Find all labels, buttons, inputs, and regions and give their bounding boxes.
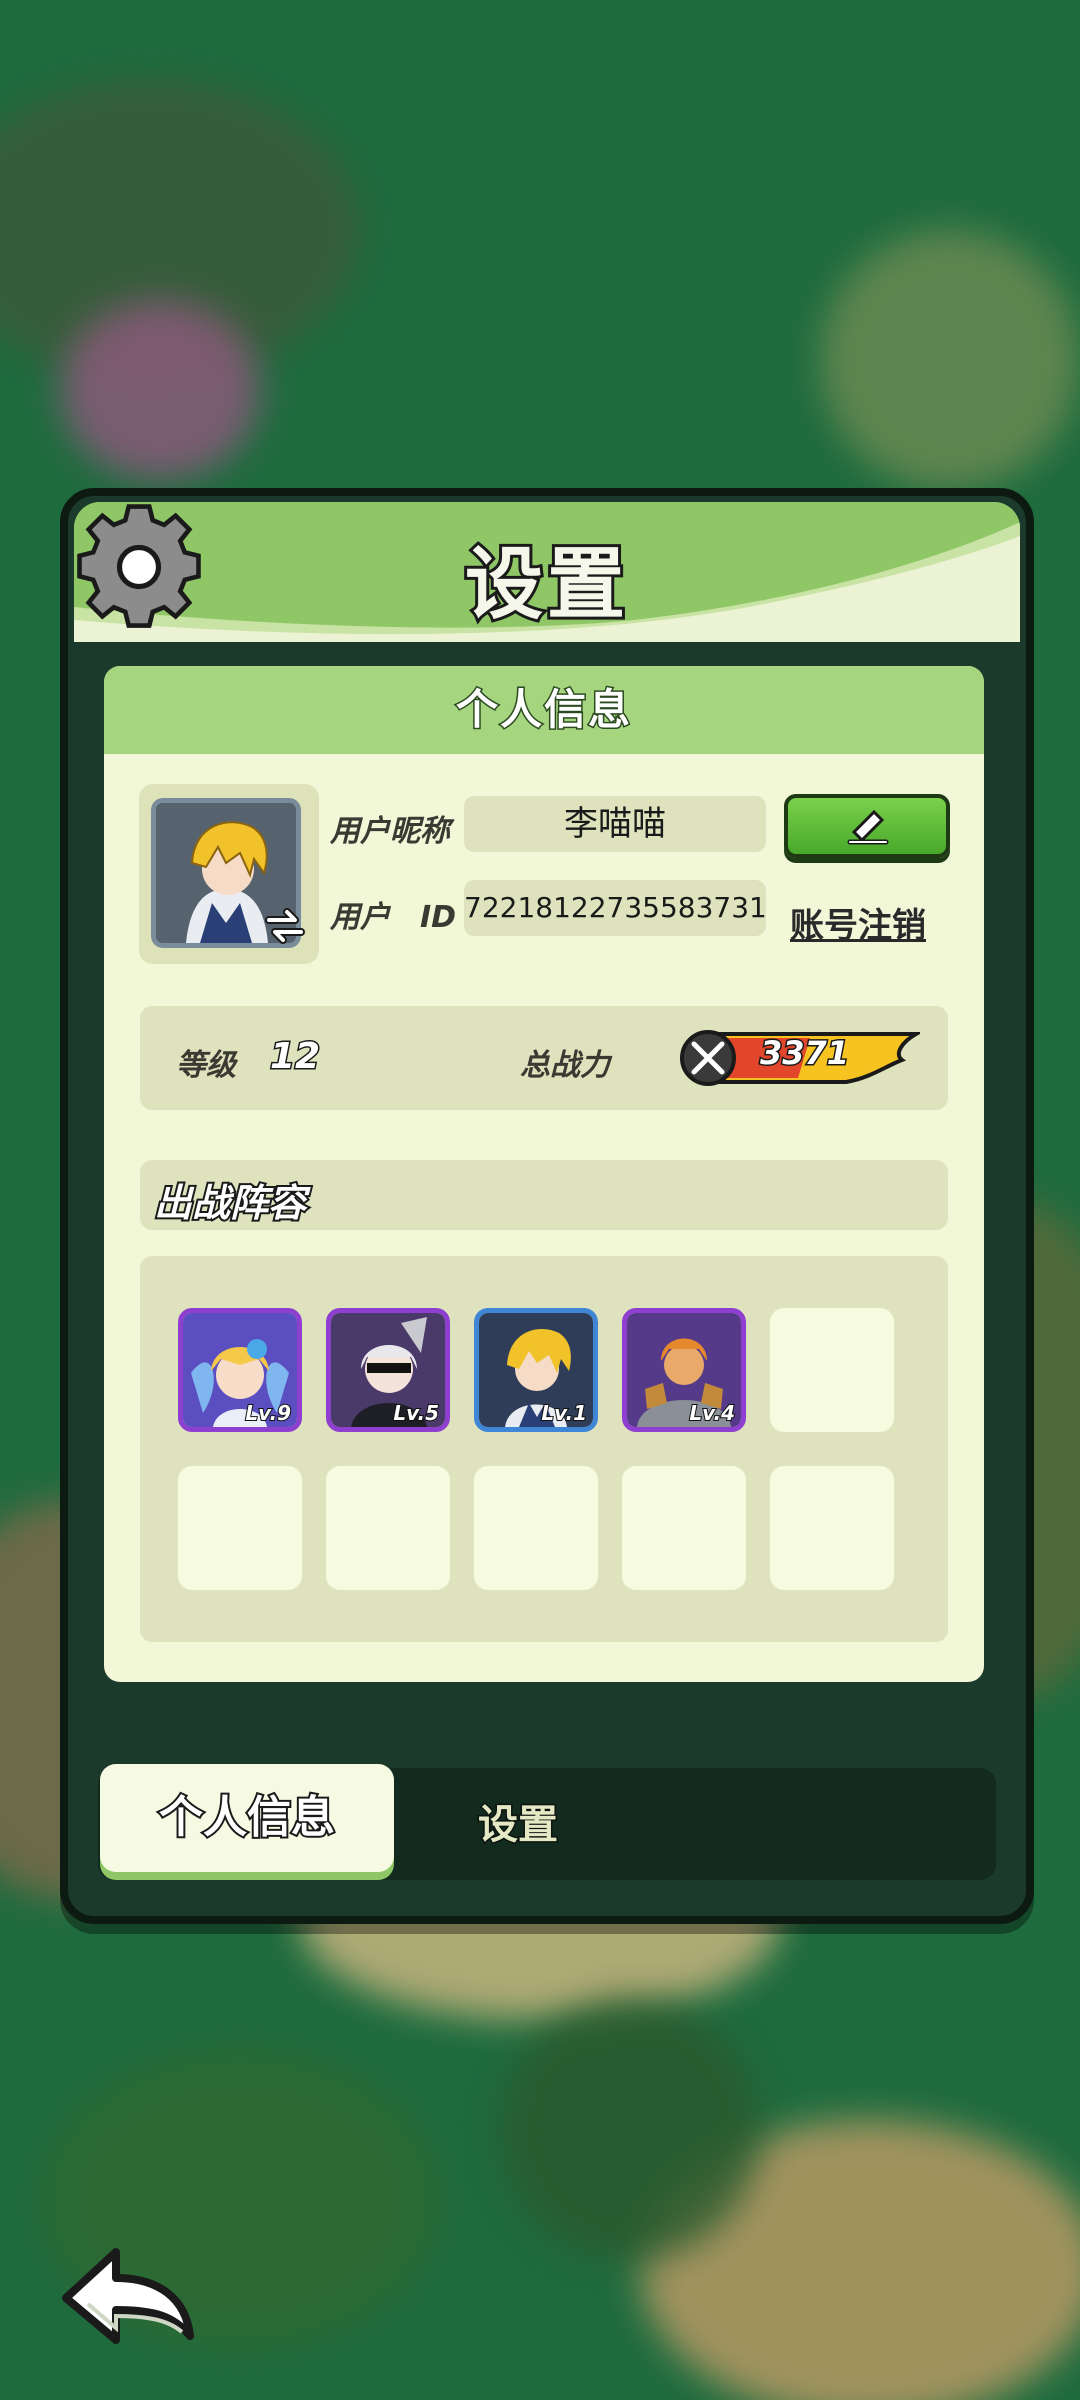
hero-level: Lv.1 bbox=[540, 1400, 588, 1426]
settings-dialog: 设置 个人信息 用户昵称 李喵喵 用户 ID 72218122735583731… bbox=[60, 488, 1034, 1924]
hero-level: Lv.5 bbox=[392, 1400, 440, 1426]
profile-panel: 个人信息 用户昵称 李喵喵 用户 ID 72218122735583731 账号… bbox=[104, 666, 984, 1682]
back-arrow-icon[interactable] bbox=[58, 2236, 198, 2346]
hero-slot-3[interactable]: Lv.1 bbox=[474, 1308, 598, 1432]
user-id-label: 用户 ID bbox=[330, 900, 457, 935]
empty-slot[interactable] bbox=[770, 1308, 894, 1432]
empty-slot[interactable] bbox=[622, 1466, 746, 1590]
empty-slot[interactable] bbox=[474, 1466, 598, 1590]
avatar-frame[interactable] bbox=[139, 784, 319, 964]
level-label: 等级 bbox=[176, 1048, 236, 1083]
hero-level: Lv.9 bbox=[244, 1400, 292, 1426]
empty-slot[interactable] bbox=[178, 1466, 302, 1590]
edit-nickname-button[interactable] bbox=[784, 794, 950, 858]
nickname-field: 李喵喵 bbox=[464, 796, 766, 852]
level-value: 12 bbox=[268, 1035, 321, 1079]
tab-profile[interactable]: 个人信息 bbox=[100, 1764, 394, 1872]
edit-icon bbox=[847, 809, 889, 845]
tab-settings[interactable]: 设置 bbox=[477, 1792, 560, 1850]
stats-row: 等级 12 总战力 3371 bbox=[140, 1006, 948, 1110]
section-title: 个人信息 bbox=[104, 666, 984, 754]
empty-slot[interactable] bbox=[770, 1466, 894, 1590]
lineup-title: 出战阵容 bbox=[152, 1179, 308, 1227]
dialog-header: 设置 bbox=[74, 502, 1020, 642]
swap-icon[interactable] bbox=[263, 904, 307, 948]
power-value: 3371 bbox=[758, 1033, 850, 1074]
dialog-title: 设置 bbox=[462, 537, 629, 633]
user-id-field: 72218122735583731 bbox=[464, 880, 767, 936]
lineup-grid: Lv.9 Lv.5 Lv.1 Lv.4 bbox=[140, 1256, 948, 1642]
lineup-header: 出战阵容 bbox=[140, 1160, 948, 1230]
cancel-account-link[interactable]: 账号注销 bbox=[790, 898, 926, 947]
power-label: 总战力 bbox=[520, 1048, 610, 1083]
hero-slot-2[interactable]: Lv.5 bbox=[326, 1308, 450, 1432]
nickname-label: 用户昵称 bbox=[330, 814, 450, 849]
hero-level: Lv.4 bbox=[688, 1400, 736, 1426]
empty-slot[interactable] bbox=[326, 1466, 450, 1590]
hero-slot-1[interactable]: Lv.9 bbox=[178, 1308, 302, 1432]
tab-bar: 个人信息 设置 bbox=[98, 1764, 996, 1880]
hero-slot-4[interactable]: Lv.4 bbox=[622, 1308, 746, 1432]
